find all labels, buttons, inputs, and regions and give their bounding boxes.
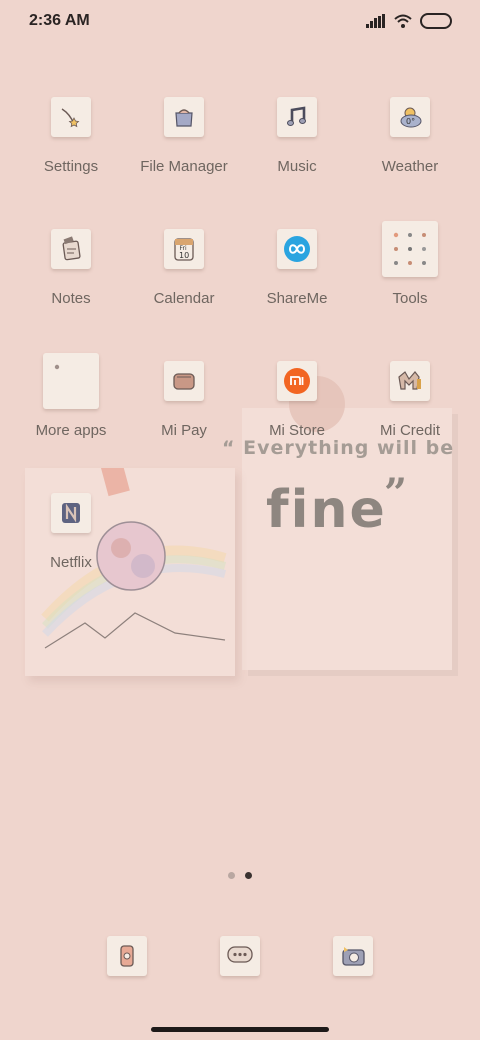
app-label: ShareMe: [266, 290, 328, 307]
app-notes[interactable]: Notes: [15, 229, 127, 339]
signal-icon: [366, 14, 385, 28]
app-label: Mi Store: [269, 422, 325, 439]
wallet-icon: [164, 361, 204, 401]
app-tools[interactable]: Tools: [354, 221, 466, 339]
app-label: Tools: [392, 290, 428, 307]
home-indicator[interactable]: [151, 1027, 329, 1032]
app-more-apps[interactable]: More apps: [15, 353, 127, 471]
app-label: Weather: [381, 158, 439, 175]
page-dot-2[interactable]: [245, 872, 252, 879]
app-calendar[interactable]: Fri 10 Calendar: [128, 229, 240, 339]
more-apps-folder-icon: [43, 353, 99, 409]
app-mi-store[interactable]: Mi Store: [241, 361, 353, 471]
shareme-icon: [277, 229, 317, 269]
mi-logo-icon: [277, 361, 317, 401]
app-label: More apps: [35, 422, 107, 439]
app-mi-pay[interactable]: Mi Pay: [128, 361, 240, 471]
dock-messages[interactable]: [220, 936, 260, 976]
app-label: Mi Pay: [161, 422, 207, 439]
app-label: Settings: [43, 158, 99, 175]
mi-credit-icon: [390, 361, 430, 401]
status-bar: 2:36 AM: [0, 0, 480, 44]
app-mi-credit[interactable]: Mi Credit: [354, 361, 466, 471]
quote-close-mark: ”: [384, 470, 408, 517]
status-icons: [366, 13, 452, 29]
app-settings[interactable]: Settings: [15, 97, 127, 207]
notes-icon: [51, 229, 91, 269]
dock-phone[interactable]: [107, 936, 147, 976]
page-dot-1[interactable]: [228, 872, 235, 879]
calendar-icon: Fri 10: [164, 229, 204, 269]
phone-icon: [120, 945, 134, 967]
app-music[interactable]: Music: [241, 97, 353, 207]
app-netflix[interactable]: Netflix: [15, 493, 127, 603]
weather-temp: 0°: [406, 117, 415, 126]
app-label: File Manager: [140, 158, 228, 175]
app-weather[interactable]: 0° Weather: [354, 97, 466, 207]
calendar-date: 10: [179, 251, 189, 260]
status-time: 2:36 AM: [29, 12, 90, 29]
camera-icon: [342, 947, 365, 966]
wifi-icon: [394, 14, 412, 28]
dock-camera[interactable]: [333, 936, 373, 976]
app-label: Music: [277, 158, 317, 175]
app-label: Mi Credit: [379, 422, 440, 439]
tools-folder-icon: [382, 221, 438, 277]
shooting-star-icon: [51, 97, 91, 137]
app-label: Netflix: [50, 554, 92, 571]
netflix-icon: [51, 493, 91, 533]
folder-bag-icon: [164, 97, 204, 137]
page-indicator: [0, 872, 480, 879]
battery-icon: [420, 13, 452, 29]
app-label: Notes: [51, 290, 91, 307]
weather-cloud-icon: 0°: [390, 97, 430, 137]
app-shareme[interactable]: ShareMe: [241, 229, 353, 339]
messages-icon: [227, 946, 253, 963]
quote-line-2: fine: [266, 480, 387, 540]
app-label: Calendar: [153, 290, 215, 307]
music-note-icon: [277, 97, 317, 137]
app-file-manager[interactable]: File Manager: [128, 97, 240, 207]
